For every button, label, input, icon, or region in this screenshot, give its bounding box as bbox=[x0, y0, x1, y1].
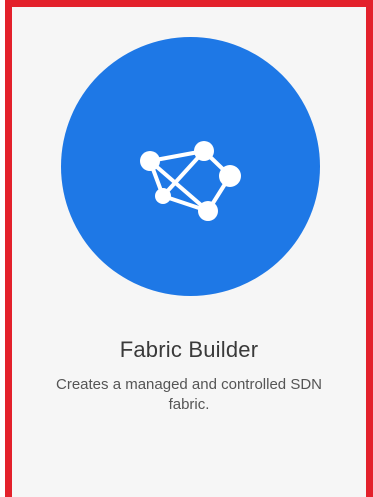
card-title: Fabric Builder bbox=[119, 337, 259, 362]
icon-circle bbox=[61, 37, 320, 296]
network-topology-icon bbox=[140, 141, 241, 221]
highlight-border-top bbox=[5, 0, 373, 7]
highlight-border-right bbox=[366, 0, 373, 497]
highlight-border-left bbox=[5, 0, 12, 497]
fabric-builder-card[interactable]: Fabric Builder Creates a managed and con… bbox=[12, 7, 366, 497]
card-description: Creates a managed and controlled SDN fab… bbox=[56, 376, 322, 413]
